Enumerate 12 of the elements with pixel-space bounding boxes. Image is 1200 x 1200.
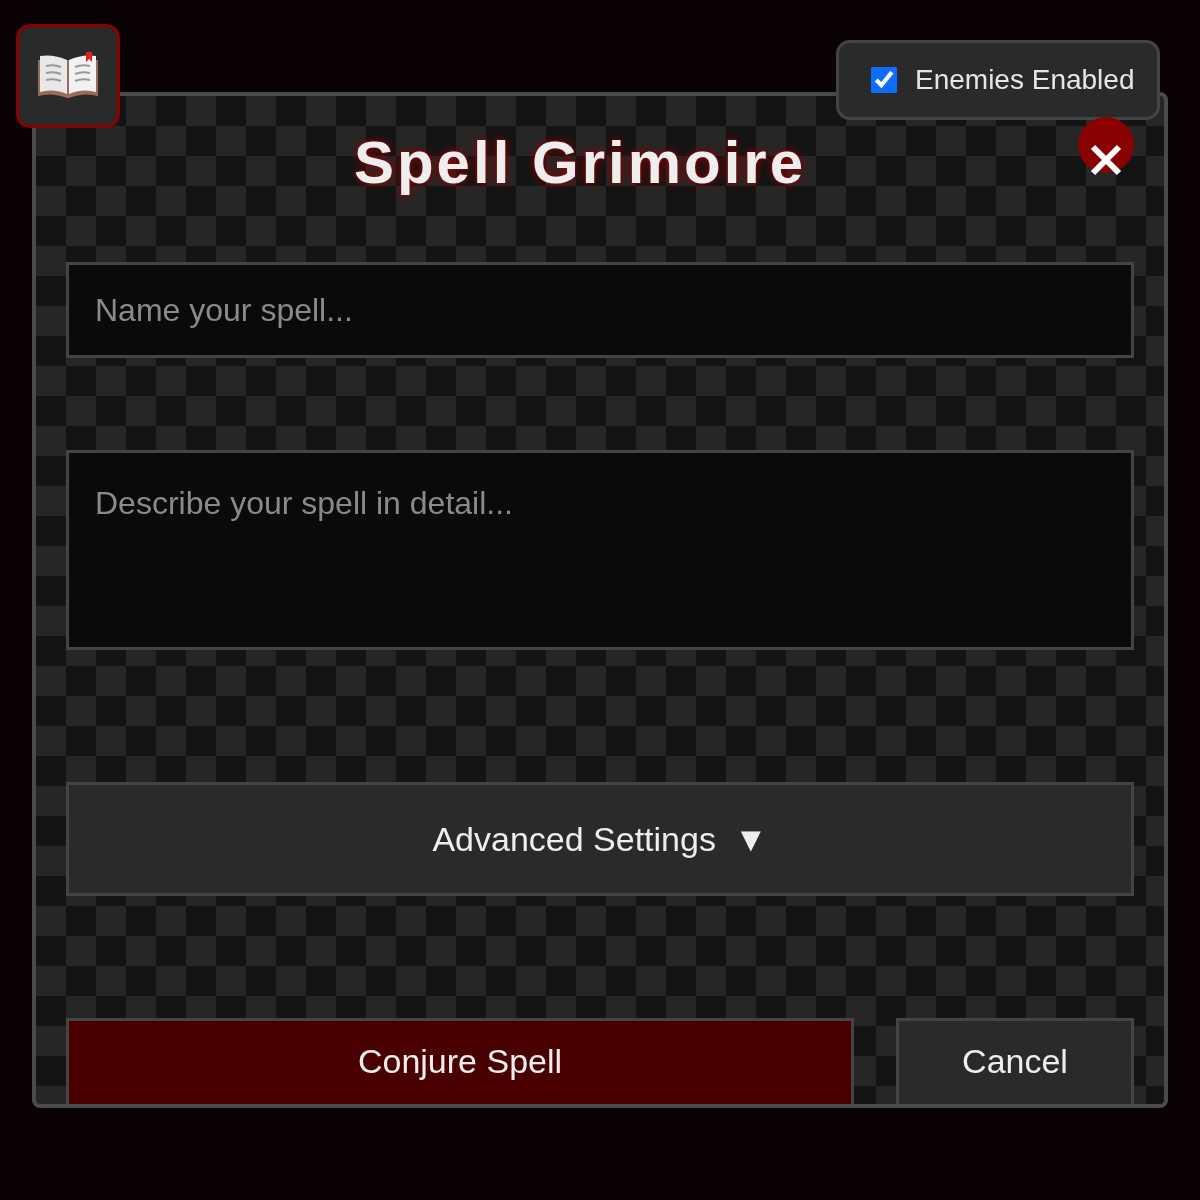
spell-description-field[interactable]: Describe your spell in detail...	[66, 450, 1134, 650]
spell-name-field[interactable]: Name your spell...	[66, 262, 1134, 358]
cancel-button[interactable]: Cancel	[896, 1018, 1134, 1104]
enemies-toggle[interactable]: Enemies Enabled	[836, 40, 1160, 120]
checkbox[interactable]	[871, 67, 897, 93]
dialog-title: Spell Grimoire	[353, 128, 808, 198]
book-icon	[36, 52, 100, 100]
close-icon	[1089, 143, 1123, 177]
conjure-button[interactable]: Conjure Spell	[66, 1018, 854, 1104]
caret-icon: ▼	[733, 813, 768, 865]
advanced-settings-button[interactable]: Advanced Settings ▼	[66, 782, 1134, 896]
grimoire-button[interactable]	[16, 24, 120, 128]
